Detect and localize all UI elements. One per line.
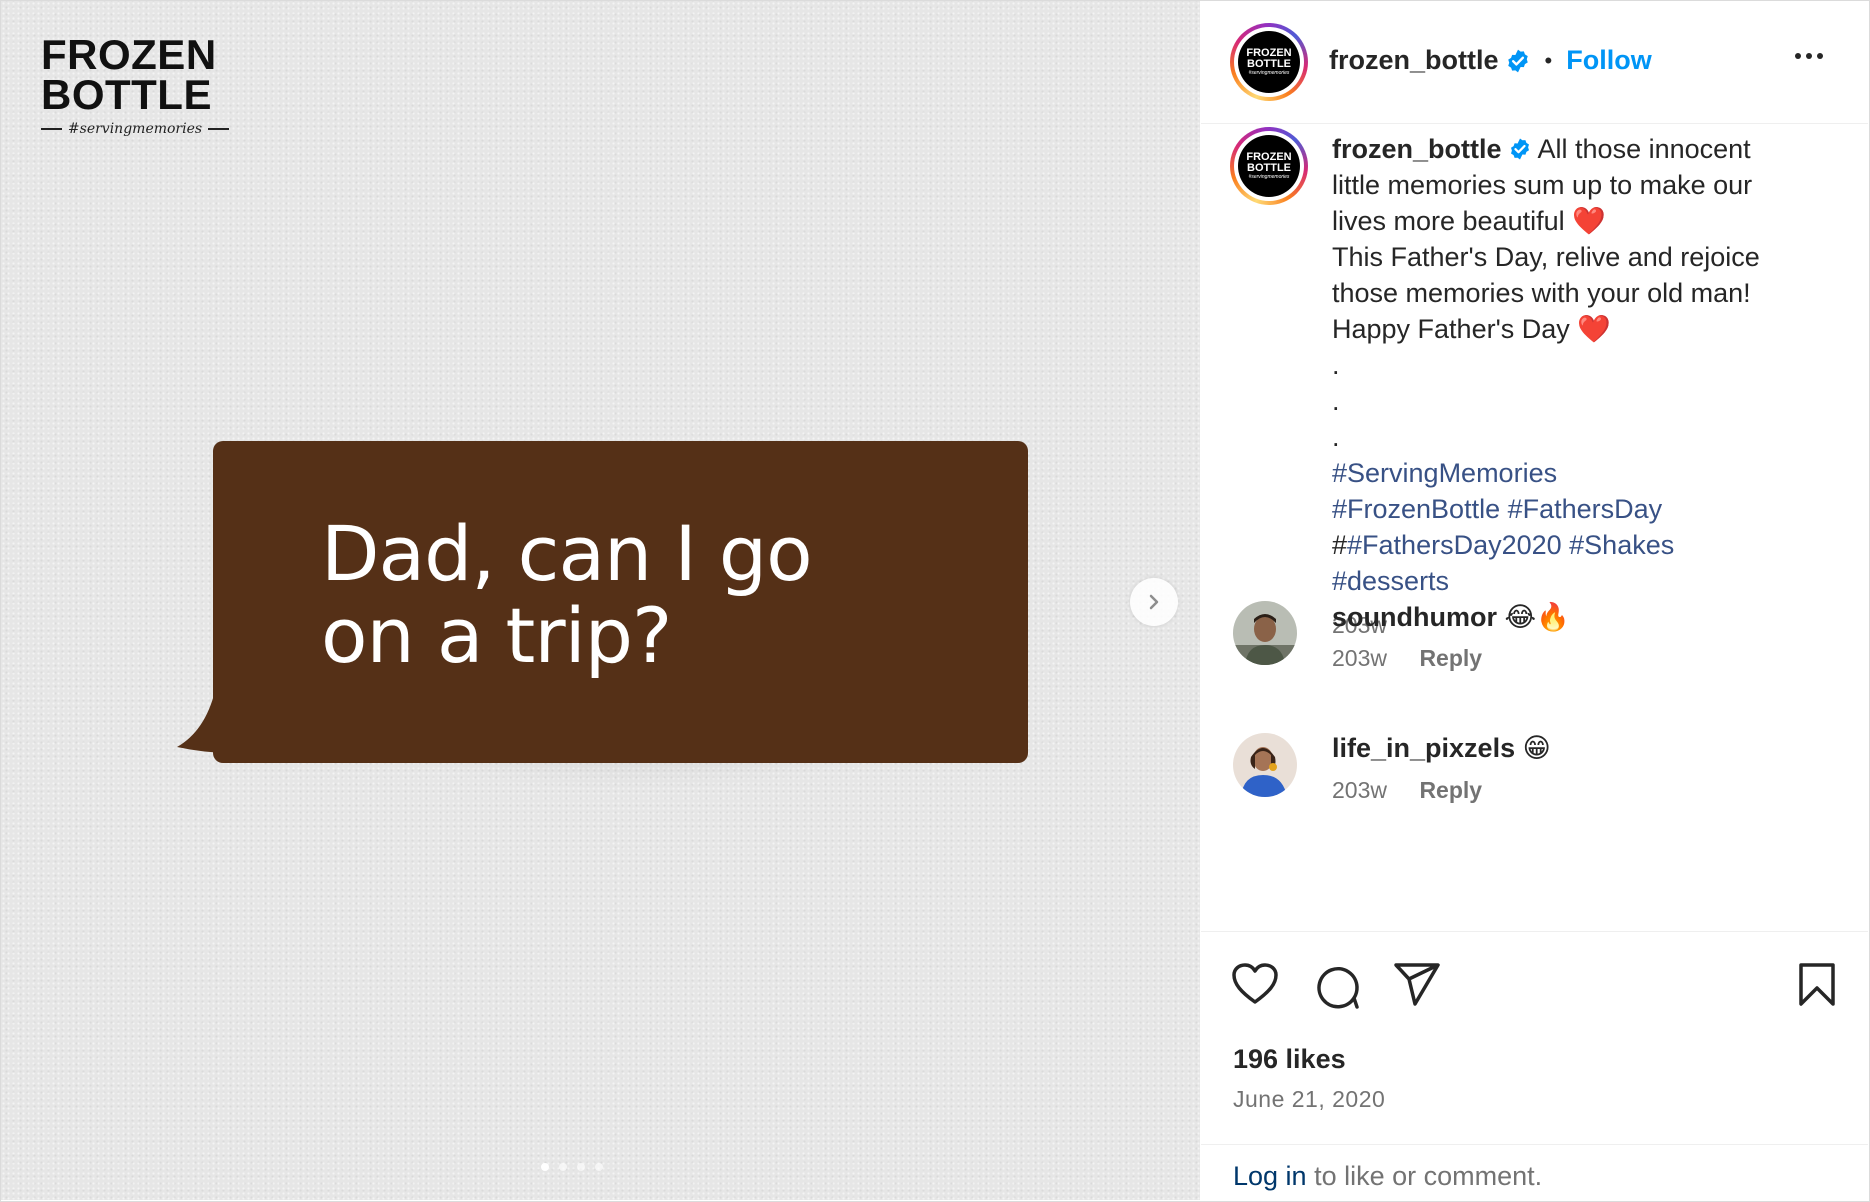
comment-username[interactable]: soundhumor <box>1332 602 1497 632</box>
verified-badge-icon <box>1507 49 1528 72</box>
verified-badge-icon <box>1510 138 1529 160</box>
carousel-indicator <box>541 1163 603 1171</box>
hashtag-link[interactable]: #ServingMemories <box>1332 455 1832 491</box>
hashtag-link[interactable]: #FathersDay2020 #Shakes <box>1347 530 1674 560</box>
comment: soundhumor 😂🔥 <box>1332 601 1570 633</box>
caption-dot: . <box>1332 350 1340 380</box>
login-suffix: to like or comment. <box>1306 1161 1543 1191</box>
bubble-line-2: on a trip? <box>321 591 672 680</box>
heart-emoji: ❤️ <box>1572 206 1606 236</box>
likes-count[interactable]: 196 likes <box>1233 1044 1346 1075</box>
login-prompt: Log in to like or comment. <box>1201 1144 1868 1201</box>
more-options-icon[interactable] <box>1795 53 1823 59</box>
post-media[interactable]: FROZEN BOTTLE #servingmemories Dad, can … <box>1 1 1200 1200</box>
hashtag-prefix: # <box>1332 530 1348 560</box>
brand-logo: FROZEN BOTTLE #servingmemories <box>41 31 229 137</box>
comment-timestamp[interactable]: 203w <box>1332 645 1387 671</box>
comment-avatar[interactable] <box>1233 733 1297 797</box>
avatar-logo: FROZEN BOTTLE #servingmemories <box>1238 31 1300 93</box>
carousel-dot <box>577 1163 585 1171</box>
caption-avatar[interactable]: FROZEN BOTTLE #servingmemories <box>1230 127 1308 205</box>
comment-username[interactable]: life_in_pixzels <box>1332 733 1515 763</box>
comment-avatar[interactable] <box>1233 601 1297 665</box>
profile-avatar[interactable]: FROZEN BOTTLE #servingmemories <box>1230 23 1308 101</box>
login-link[interactable]: Log in <box>1233 1161 1307 1191</box>
chevron-right-icon <box>1149 594 1159 610</box>
hashtag-link[interactable]: #FrozenBottle #FathersDay <box>1332 491 1832 527</box>
caption-dot: . <box>1332 386 1340 416</box>
heart-emoji: ❤️ <box>1577 314 1611 344</box>
bubble-line-1: Dad, can I go <box>321 509 813 598</box>
brand-line-1: FROZEN <box>41 31 217 78</box>
reply-button[interactable]: Reply <box>1419 645 1482 671</box>
caption-line: All those innocent <box>1537 134 1751 164</box>
brand-tagline-text: #servingmemories <box>67 121 203 137</box>
post-actions: 196 likes June 21, 2020 Log in to like o… <box>1201 931 1868 1200</box>
carousel-dot <box>559 1163 567 1171</box>
comment-text: 😂🔥 <box>1504 602 1570 632</box>
carousel-dot <box>541 1163 549 1171</box>
comment: life_in_pixzels 😁 <box>1332 733 1551 764</box>
caption-line: those memories with your old man! <box>1332 278 1751 308</box>
header-separator: • <box>1544 47 1553 73</box>
chat-bubble-text: Dad, can I go on a trip? <box>321 513 961 677</box>
comments-area[interactable]: FROZEN BOTTLE #servingmemories frozen_bo… <box>1201 123 1868 931</box>
caption-username[interactable]: frozen_bottle <box>1332 134 1502 164</box>
caption-line: Happy Father's Day <box>1332 314 1570 344</box>
follow-button[interactable]: Follow <box>1566 45 1651 76</box>
post-side-panel: FROZEN BOTTLE #servingmemories frozen_bo… <box>1201 1 1868 1200</box>
next-slide-button[interactable] <box>1130 578 1178 626</box>
comment-icon[interactable] <box>1313 962 1361 1010</box>
reply-button[interactable]: Reply <box>1419 777 1482 803</box>
share-icon[interactable] <box>1393 962 1441 1008</box>
avatar-logo: FROZEN BOTTLE #servingmemories <box>1238 135 1300 197</box>
comment-text: 😁 <box>1522 733 1551 763</box>
hashtag-link[interactable]: #desserts <box>1332 563 1832 599</box>
caption-line: This Father's Day, relive and rejoice <box>1332 242 1760 272</box>
comment-meta: 203w Reply <box>1332 777 1482 804</box>
caption-dot: . <box>1332 422 1340 452</box>
carousel-dot <box>595 1163 603 1171</box>
tagline-rule-left <box>41 128 62 130</box>
comment-meta: 203w Reply <box>1332 645 1482 672</box>
comment-timestamp[interactable]: 203w <box>1332 777 1387 803</box>
caption-line: lives more beautiful <box>1332 206 1565 236</box>
post-caption: frozen_bottle All those innocent little … <box>1332 131 1832 643</box>
brand-line-2: BOTTLE <box>41 71 212 118</box>
brand-tagline: #servingmemories <box>41 121 229 137</box>
header-username[interactable]: frozen_bottle <box>1329 45 1499 76</box>
post-date[interactable]: June 21, 2020 <box>1233 1086 1385 1113</box>
bookmark-icon[interactable] <box>1797 962 1837 1008</box>
caption-line: little memories sum up to make our <box>1332 170 1753 200</box>
post-header: FROZEN BOTTLE #servingmemories frozen_bo… <box>1201 1 1868 124</box>
header-row: frozen_bottle • Follow <box>1329 45 1652 76</box>
heart-icon[interactable] <box>1231 962 1279 1006</box>
tagline-rule-right <box>208 128 229 130</box>
